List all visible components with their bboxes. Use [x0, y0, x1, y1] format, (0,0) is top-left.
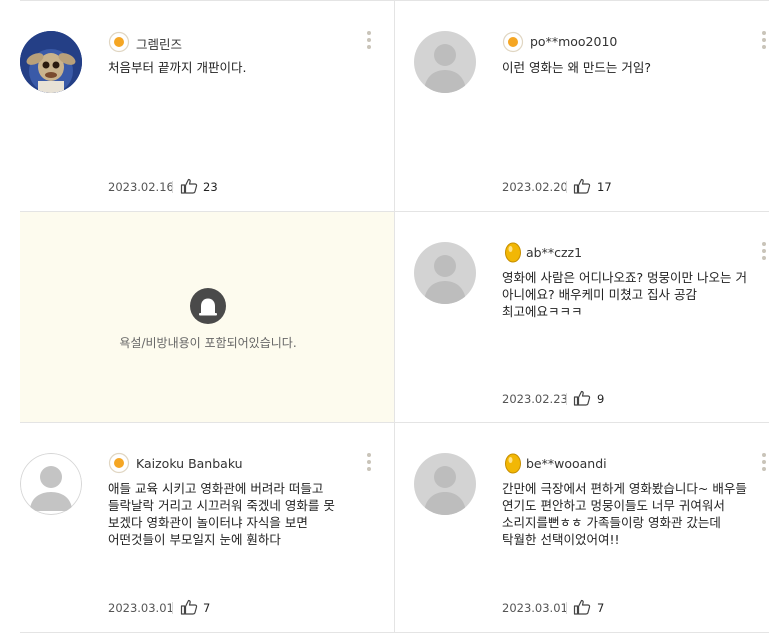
comment-date: 2023.03.01 [502, 601, 568, 615]
comment-grid: 그렘린즈 처음부터 끝까지 개판이다. 2023.02.16 23 po**mo… [0, 0, 781, 638]
nickname[interactable]: Kaizoku Banbaku [136, 456, 243, 471]
more-options-icon[interactable] [759, 31, 769, 55]
more-options-icon[interactable] [364, 453, 374, 477]
comment-card: be**wooandi 간만에 극장에서 편하게 영화봤습니다~ 배우들 연기도… [395, 423, 781, 633]
thumbs-up-icon[interactable] [573, 390, 591, 406]
more-options-icon[interactable] [759, 242, 769, 266]
thumbs-up-icon[interactable] [573, 599, 591, 615]
comment-text: 간만에 극장에서 편하게 영화봤습니다~ 배우들 연기도 편안하고 멍뭉이들도 … [502, 481, 747, 547]
nickname[interactable]: po**moo2010 [530, 34, 617, 49]
siren-icon [190, 288, 226, 324]
separator [566, 602, 567, 614]
more-options-icon[interactable] [759, 453, 769, 477]
comment-card: po**moo2010 이런 영화는 왜 만드는 거임? 2023.02.20 … [395, 0, 781, 211]
separator [566, 393, 567, 405]
like-count: 9 [597, 392, 605, 406]
thumbs-up-icon[interactable] [180, 599, 198, 615]
comment-text: 처음부터 끝까지 개판이다. [108, 60, 247, 75]
separator [172, 181, 173, 193]
avatar[interactable] [20, 453, 82, 515]
like-count: 7 [597, 601, 605, 615]
more-options-icon[interactable] [364, 31, 374, 55]
avatar[interactable] [414, 453, 476, 515]
comment-date: 2023.02.20 [502, 180, 568, 194]
nickname[interactable]: 그렘린즈 [136, 34, 182, 53]
egg-badge-icon [108, 452, 130, 474]
thumbs-up-icon[interactable] [180, 178, 198, 194]
comment-text: 애들 교육 시키고 영화관에 버려라 떠들고 들락날락 거리고 시끄러워 죽겠네… [108, 481, 335, 547]
like-count: 17 [597, 180, 612, 194]
avatar[interactable] [414, 242, 476, 304]
nickname[interactable]: ab**czz1 [526, 245, 582, 260]
comment-date: 2023.02.23 [502, 392, 568, 406]
comment-text: 이런 영화는 왜 만드는 거임? [502, 60, 652, 75]
avatar[interactable] [20, 31, 82, 93]
golden-egg-badge-icon [505, 453, 521, 474]
comment-card: ab**czz1 영화에 사람은 어디나오죠? 멍뭉이만 나오는 거 아니에요?… [395, 212, 781, 422]
separator [566, 181, 567, 193]
blocked-comment-card: 욕설/비방내용이 포함되어있습니다. [0, 212, 394, 422]
egg-badge-icon [502, 31, 524, 53]
like-count: 7 [203, 601, 211, 615]
comment-card: Kaizoku Banbaku 애들 교육 시키고 영화관에 버려라 떠들고 들… [0, 423, 394, 633]
like-count: 23 [203, 180, 218, 194]
separator [172, 602, 173, 614]
blocked-message: 욕설/비방내용이 포함되어있습니다. [119, 336, 297, 350]
egg-badge-icon [108, 31, 130, 53]
comment-text: 영화에 사람은 어디나오죠? 멍뭉이만 나오는 거 아니에요? 배우케미 미쳤고… [502, 270, 748, 319]
thumbs-up-icon[interactable] [573, 178, 591, 194]
comment-card: 그렘린즈 처음부터 끝까지 개판이다. 2023.02.16 23 [0, 0, 394, 211]
comment-date: 2023.02.16 [108, 180, 174, 194]
comment-date: 2023.03.01 [108, 601, 174, 615]
avatar[interactable] [414, 31, 476, 93]
nickname[interactable]: be**wooandi [526, 456, 607, 471]
golden-egg-badge-icon [505, 242, 521, 263]
